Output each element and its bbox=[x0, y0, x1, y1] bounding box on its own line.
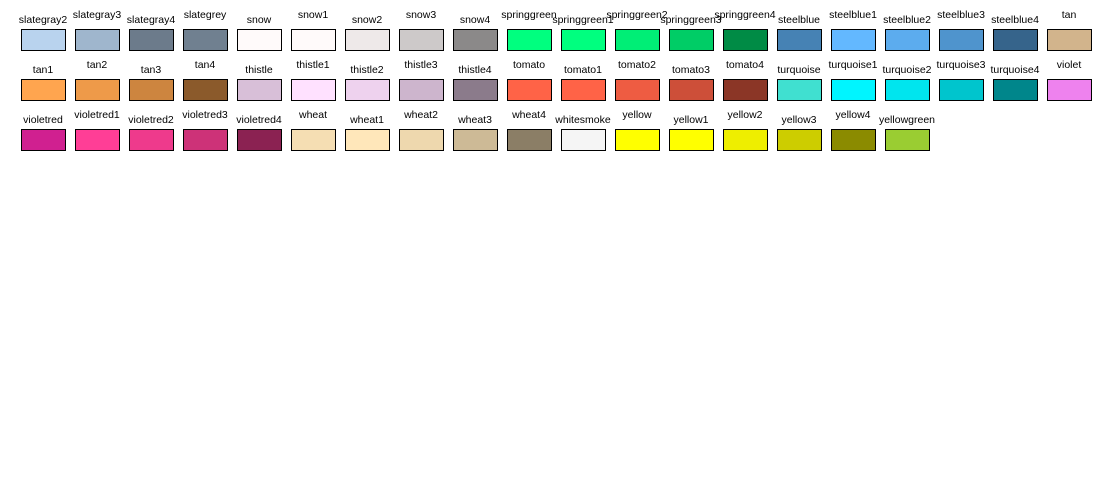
color-swatch bbox=[561, 29, 606, 51]
swatch-label: violet bbox=[1056, 59, 1082, 71]
color-palette: slategray2 slategray3 slategray4 slategrey s… bbox=[0, 0, 1100, 500]
color-swatch bbox=[21, 129, 66, 151]
color-swatch bbox=[453, 79, 498, 101]
color-swatch bbox=[615, 29, 660, 51]
color-swatch bbox=[399, 79, 444, 101]
color-swatch bbox=[885, 79, 930, 101]
color-swatch bbox=[777, 29, 822, 51]
color-swatch bbox=[453, 129, 498, 151]
swatch-cell: violet bbox=[1042, 59, 1096, 109]
color-swatch bbox=[75, 129, 120, 151]
color-swatch bbox=[615, 129, 660, 151]
color-swatch bbox=[993, 29, 1038, 51]
color-swatch bbox=[129, 79, 174, 101]
color-swatch bbox=[291, 79, 336, 101]
color-swatch bbox=[21, 79, 66, 101]
color-swatch bbox=[291, 29, 336, 51]
color-swatch bbox=[21, 29, 66, 51]
color-swatch bbox=[669, 129, 714, 151]
color-swatch bbox=[237, 79, 282, 101]
color-swatch bbox=[669, 29, 714, 51]
color-swatch bbox=[1047, 79, 1092, 101]
color-swatch bbox=[669, 79, 714, 101]
color-swatch bbox=[885, 29, 930, 51]
color-swatch bbox=[831, 29, 876, 51]
swatch-cell: yellowgreen bbox=[879, 109, 935, 159]
color-swatch bbox=[129, 129, 174, 151]
color-swatch bbox=[399, 29, 444, 51]
color-swatch bbox=[831, 79, 876, 101]
swatch-cell: tan bbox=[1042, 9, 1096, 59]
color-swatch bbox=[75, 29, 120, 51]
color-swatch bbox=[183, 29, 228, 51]
color-swatch bbox=[237, 129, 282, 151]
color-swatch bbox=[453, 29, 498, 51]
color-swatch bbox=[345, 29, 390, 51]
color-swatch bbox=[345, 79, 390, 101]
color-swatch bbox=[75, 79, 120, 101]
color-swatch bbox=[507, 79, 552, 101]
color-swatch bbox=[939, 79, 984, 101]
color-swatch bbox=[939, 29, 984, 51]
color-swatch bbox=[399, 129, 444, 151]
color-swatch bbox=[183, 129, 228, 151]
color-swatch bbox=[237, 29, 282, 51]
color-swatch bbox=[291, 129, 336, 151]
color-swatch bbox=[129, 29, 174, 51]
color-swatch bbox=[993, 79, 1038, 101]
color-swatch bbox=[777, 129, 822, 151]
color-swatch bbox=[777, 79, 822, 101]
color-swatch bbox=[561, 79, 606, 101]
color-swatch bbox=[831, 129, 876, 151]
color-swatch bbox=[615, 79, 660, 101]
color-swatch bbox=[723, 29, 768, 51]
color-swatch bbox=[507, 29, 552, 51]
color-swatch bbox=[561, 129, 606, 151]
swatch-label: yellowgreen bbox=[878, 114, 936, 126]
swatch-label: tan bbox=[1061, 9, 1077, 21]
color-swatch bbox=[885, 129, 930, 151]
color-swatch bbox=[723, 79, 768, 101]
color-swatch bbox=[345, 129, 390, 151]
color-swatch bbox=[183, 79, 228, 101]
color-swatch bbox=[723, 129, 768, 151]
color-swatch bbox=[507, 129, 552, 151]
color-swatch bbox=[1047, 29, 1092, 51]
